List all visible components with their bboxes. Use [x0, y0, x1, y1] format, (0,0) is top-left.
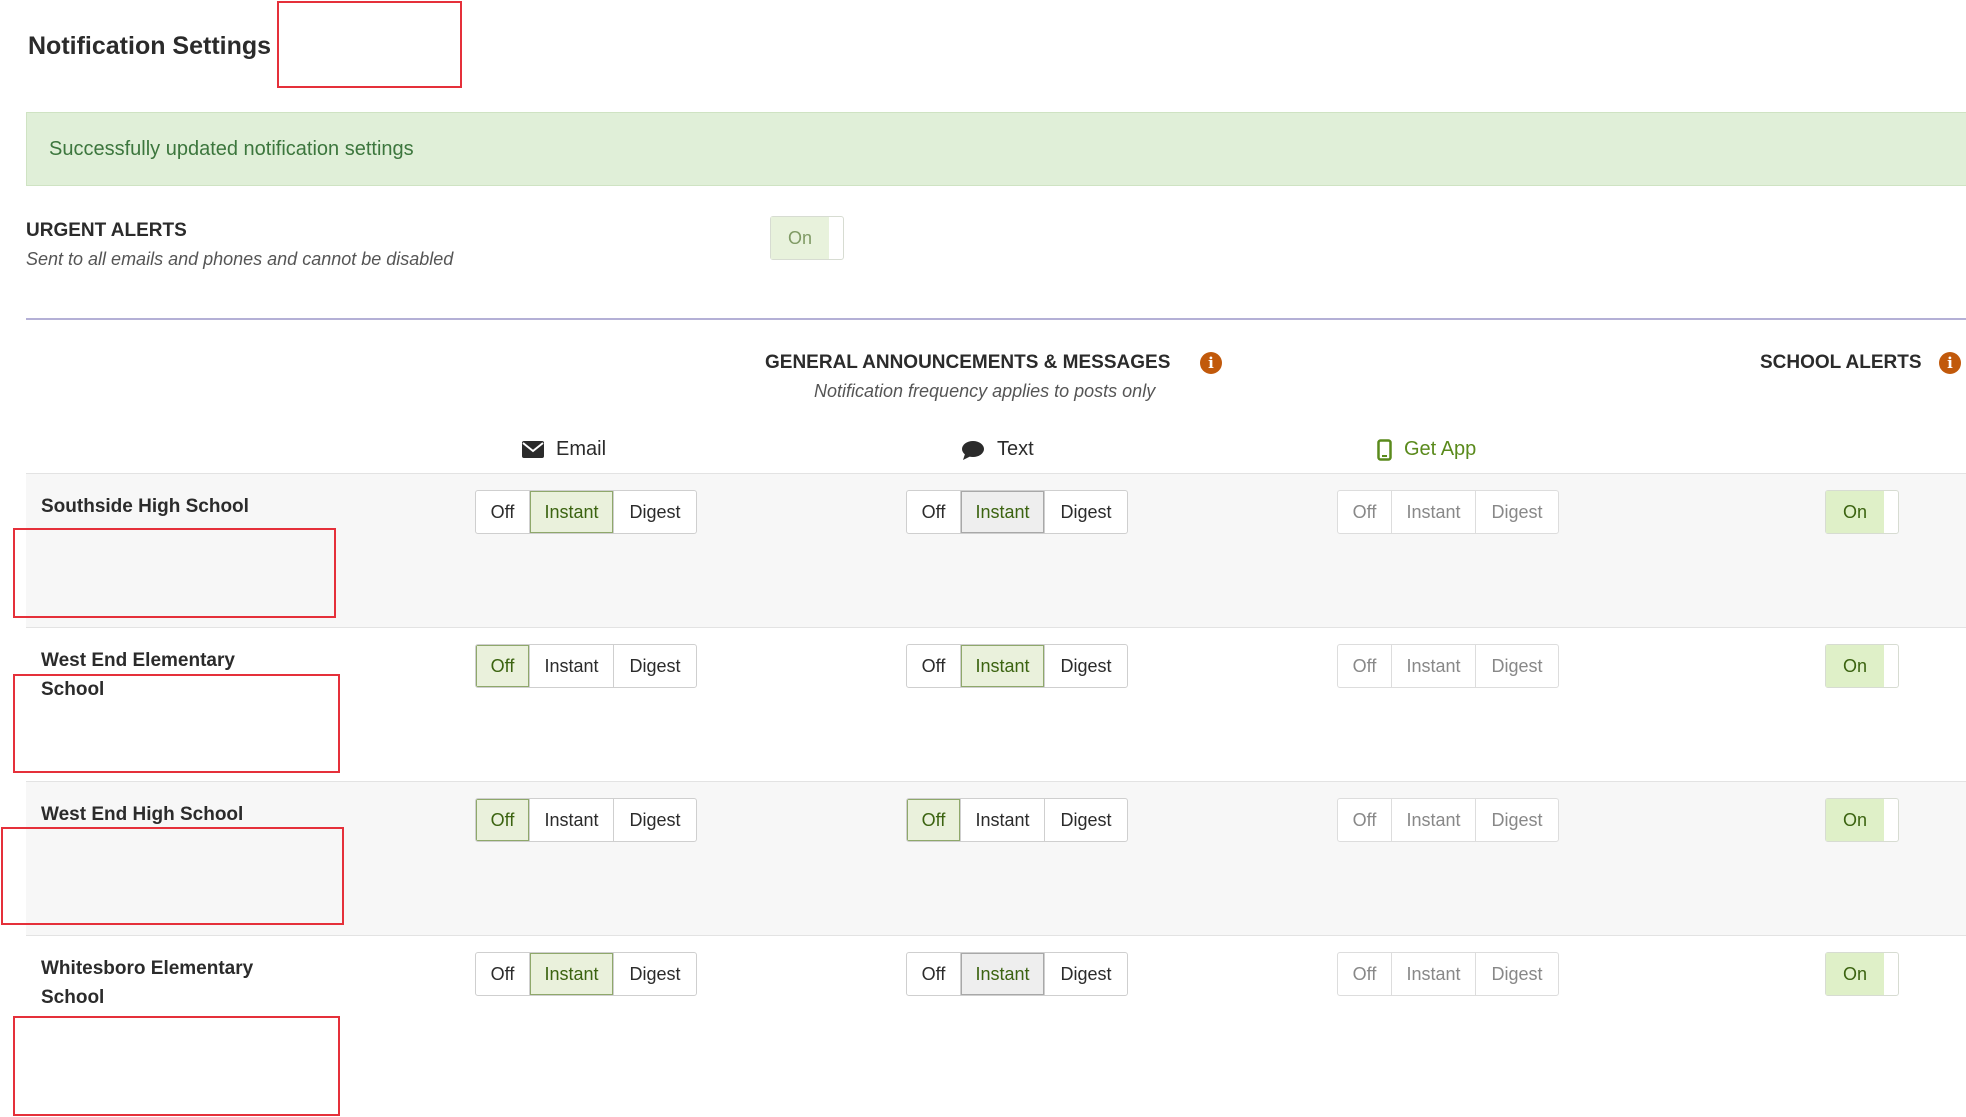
text-frequency-selector[interactable]: Off Instant Digest — [906, 644, 1128, 688]
text-frequency-selector[interactable]: Off Instant Digest — [906, 490, 1128, 534]
text-off-option[interactable]: Off — [907, 645, 961, 687]
school-name: Whitesboro Elementary School — [41, 958, 254, 1008]
text-instant-option[interactable]: Instant — [961, 491, 1045, 533]
email-digest-option[interactable]: Digest — [614, 953, 696, 995]
text-off-option[interactable]: Off — [907, 799, 961, 841]
text-instant-option[interactable]: Instant — [961, 799, 1045, 841]
email-frequency-selector[interactable]: Off Instant Digest — [475, 644, 697, 688]
school-alerts-toggle[interactable]: On — [1825, 490, 1899, 534]
app-digest-option: Digest — [1491, 963, 1543, 984]
email-digest-option[interactable]: Digest — [614, 645, 696, 687]
text-digest-option[interactable]: Digest — [1045, 953, 1127, 995]
phone-icon — [1377, 438, 1392, 461]
text-instant-option[interactable]: Instant — [961, 953, 1045, 995]
email-frequency-selector[interactable]: Off Instant Digest — [475, 952, 697, 996]
school-alerts-toggle-label[interactable]: On — [1826, 645, 1884, 687]
general-announcements-title: GENERAL ANNOUNCEMENTS & MESSAGES — [765, 352, 1171, 373]
text-digest-option[interactable]: Digest — [1045, 491, 1127, 533]
text-column-label: Text — [997, 438, 1034, 460]
redaction-box — [277, 1, 462, 88]
redaction-box — [13, 528, 336, 618]
chat-bubble-icon — [961, 440, 985, 460]
email-digest-option[interactable]: Digest — [614, 799, 696, 841]
school-name: Southside High School — [41, 496, 249, 517]
urgent-alerts-subtitle: Sent to all emails and phones and cannot… — [26, 249, 454, 269]
envelope-icon — [522, 441, 544, 458]
get-app-link[interactable]: Get App — [1377, 438, 1476, 461]
school-alerts-toggle-label[interactable]: On — [1826, 491, 1884, 533]
urgent-alerts-title: URGENT ALERTS — [26, 220, 187, 241]
school-alerts-toggle[interactable]: On — [1825, 644, 1899, 688]
app-frequency-selector: Off Instant Digest — [1337, 952, 1559, 996]
email-instant-option[interactable]: Instant — [530, 953, 614, 995]
general-announcements-subtitle: Notification frequency applies to posts … — [814, 381, 1156, 401]
email-off-option[interactable]: Off — [476, 953, 530, 995]
app-off-option: Off — [1338, 799, 1392, 841]
redaction-box — [13, 674, 340, 773]
text-digest-option[interactable]: Digest — [1045, 645, 1127, 687]
app-instant-option: Instant — [1392, 645, 1476, 687]
email-off-option[interactable]: Off — [476, 645, 530, 687]
text-frequency-selector[interactable]: Off Instant Digest — [906, 952, 1128, 996]
school-alerts-toggle[interactable]: On — [1825, 952, 1899, 996]
app-off-option: Off — [1338, 645, 1392, 687]
app-digest-option: Digest — [1491, 655, 1543, 676]
urgent-alerts-toggle: On — [770, 216, 844, 260]
get-app-label[interactable]: Get App — [1404, 438, 1476, 461]
app-off-option: Off — [1338, 953, 1392, 995]
page-title: Notification Settings — [28, 32, 272, 60]
text-frequency-selector[interactable]: Off Instant Digest — [906, 798, 1128, 842]
section-divider — [26, 318, 1966, 320]
email-frequency-selector[interactable]: Off Instant Digest — [475, 798, 697, 842]
text-digest-option[interactable]: Digest — [1045, 799, 1127, 841]
app-digest-option: Digest — [1491, 809, 1543, 830]
email-column-label: Email — [556, 438, 607, 460]
email-instant-option[interactable]: Instant — [530, 799, 614, 841]
app-instant-option: Instant — [1392, 799, 1476, 841]
success-alert: Successfully updated notification settin… — [26, 112, 1966, 186]
text-column-header: Text — [961, 438, 1034, 461]
email-instant-option[interactable]: Instant — [530, 491, 614, 533]
school-alerts-title: SCHOOL ALERTS — [1760, 352, 1922, 373]
school-alerts-info-icon[interactable]: i — [1939, 352, 1961, 374]
app-off-option: Off — [1338, 491, 1392, 533]
email-frequency-selector[interactable]: Off Instant Digest — [475, 490, 697, 534]
email-off-option[interactable]: Off — [476, 799, 530, 841]
school-name: West End High School — [41, 804, 244, 825]
text-instant-option[interactable]: Instant — [961, 645, 1045, 687]
app-instant-option: Instant — [1392, 953, 1476, 995]
urgent-alerts-toggle-label: On — [771, 217, 829, 259]
success-alert-text: Successfully updated notification settin… — [49, 138, 414, 160]
app-frequency-selector: Off Instant Digest — [1337, 644, 1559, 688]
app-frequency-selector: Off Instant Digest — [1337, 798, 1559, 842]
redaction-box — [13, 1016, 340, 1116]
app-digest-option: Digest — [1491, 501, 1543, 522]
general-info-icon[interactable]: i — [1200, 352, 1222, 374]
email-column-header: Email — [522, 438, 606, 461]
text-off-option[interactable]: Off — [907, 491, 961, 533]
text-off-option[interactable]: Off — [907, 953, 961, 995]
app-instant-option: Instant — [1392, 491, 1476, 533]
school-alerts-toggle[interactable]: On — [1825, 798, 1899, 842]
school-alerts-toggle-label[interactable]: On — [1826, 953, 1884, 995]
school-alerts-toggle-label[interactable]: On — [1826, 799, 1884, 841]
email-instant-option[interactable]: Instant — [530, 645, 614, 687]
email-digest-option[interactable]: Digest — [614, 491, 696, 533]
email-off-option[interactable]: Off — [476, 491, 530, 533]
redaction-box — [1, 827, 344, 925]
app-frequency-selector: Off Instant Digest — [1337, 490, 1559, 534]
